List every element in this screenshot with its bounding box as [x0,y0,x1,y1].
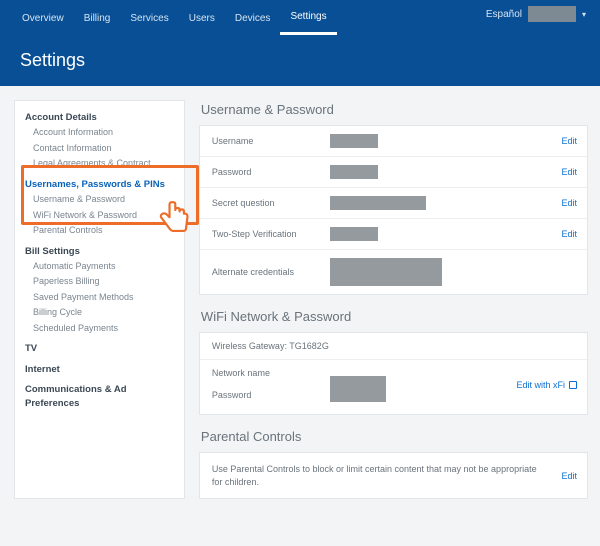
edit-parental-controls-link[interactable]: Edit [561,471,577,481]
value-username [330,134,378,148]
external-link-icon [569,381,577,389]
edit-secret-question-link[interactable]: Edit [561,198,577,208]
edit-with-xfi-label: Edit with xFi [516,380,565,390]
header-right: Español ▾ [486,6,586,22]
gateway-label: Wireless Gateway: [212,341,287,351]
sidebar-cat-usernames-passwords-pins[interactable]: Usernames, Passwords & PINs [25,178,174,192]
value-two-step [330,227,378,241]
user-chip[interactable] [528,6,576,22]
row-label-two-step: Two-Step Verification [212,229,330,239]
sidebar-item-legal-agreements[interactable]: Legal Agreements & Contract [25,156,174,172]
section-wifi: WiFi Network & Password Wireless Gateway… [199,309,588,415]
nav-tab-services[interactable]: Services [120,7,178,34]
nav-tab-devices[interactable]: Devices [225,7,281,34]
value-alternate-credentials [330,258,442,286]
parental-controls-description: Use Parental Controls to block or limit … [212,463,562,488]
sidebar-item-contact-information[interactable]: Contact Information [25,141,174,157]
card-username-password: Username Edit Password Edit Secret quest… [199,125,588,295]
nav-tab-users[interactable]: Users [179,7,225,34]
sidebar-item-paperless-billing[interactable]: Paperless Billing [25,274,174,290]
language-link[interactable]: Español [486,9,522,20]
row-label-alternate-credentials: Alternate credentials [212,267,330,277]
sidebar-item-account-information[interactable]: Account Information [25,125,174,141]
page-title: Settings [0,32,600,71]
settings-sidebar: Account Details Account Information Cont… [14,100,185,499]
card-parental-controls: Use Parental Controls to block or limit … [199,452,588,499]
value-secret-question [330,196,426,210]
main-content: Username & Password Username Edit Passwo… [199,100,588,499]
nav-tab-billing[interactable]: Billing [74,7,121,34]
nav-tab-settings[interactable]: Settings [280,5,336,35]
value-wifi [330,376,386,402]
sidebar-item-automatic-payments[interactable]: Automatic Payments [25,259,174,275]
section-title-parental-controls: Parental Controls [201,429,588,444]
sidebar-item-billing-cycle[interactable]: Billing Cycle [25,305,174,321]
row-label-username: Username [212,136,330,146]
sidebar-cat-internet[interactable]: Internet [25,363,174,377]
section-title-wifi: WiFi Network & Password [201,309,588,324]
sidebar-item-wifi-network-password[interactable]: WiFi Network & Password [25,208,174,224]
row-label-wifi-password: Password [212,390,330,400]
sidebar-item-saved-payment-methods[interactable]: Saved Payment Methods [25,290,174,306]
row-label-password: Password [212,167,330,177]
edit-two-step-link[interactable]: Edit [561,229,577,239]
sidebar-cat-communications-ad-prefs[interactable]: Communications & Ad Preferences [25,383,174,412]
section-parental-controls: Parental Controls Use Parental Controls … [199,429,588,499]
sidebar-item-parental-controls[interactable]: Parental Controls [25,223,174,239]
sidebar-cat-tv[interactable]: TV [25,342,174,356]
sidebar-cat-account-details[interactable]: Account Details [25,111,174,125]
section-username-password: Username & Password Username Edit Passwo… [199,102,588,295]
sidebar-item-scheduled-payments[interactable]: Scheduled Payments [25,321,174,337]
sidebar-cat-bill-settings[interactable]: Bill Settings [25,245,174,259]
chevron-down-icon[interactable]: ▾ [582,10,586,19]
gateway-value: TG1682G [289,341,329,351]
edit-password-link[interactable]: Edit [561,167,577,177]
value-password [330,165,378,179]
row-label-secret-question: Secret question [212,198,330,208]
section-title-username-password: Username & Password [201,102,588,117]
sidebar-item-username-password[interactable]: Username & Password [25,192,174,208]
edit-username-link[interactable]: Edit [561,136,577,146]
top-header: Overview Billing Services Users Devices … [0,0,600,86]
edit-with-xfi-link[interactable]: Edit with xFi [516,368,577,402]
row-wireless-gateway: Wireless Gateway: TG1682G [200,333,587,360]
row-label-network-name: Network name [212,368,330,378]
nav-tab-overview[interactable]: Overview [12,7,74,34]
card-wifi: Wireless Gateway: TG1682G Network name P… [199,332,588,415]
